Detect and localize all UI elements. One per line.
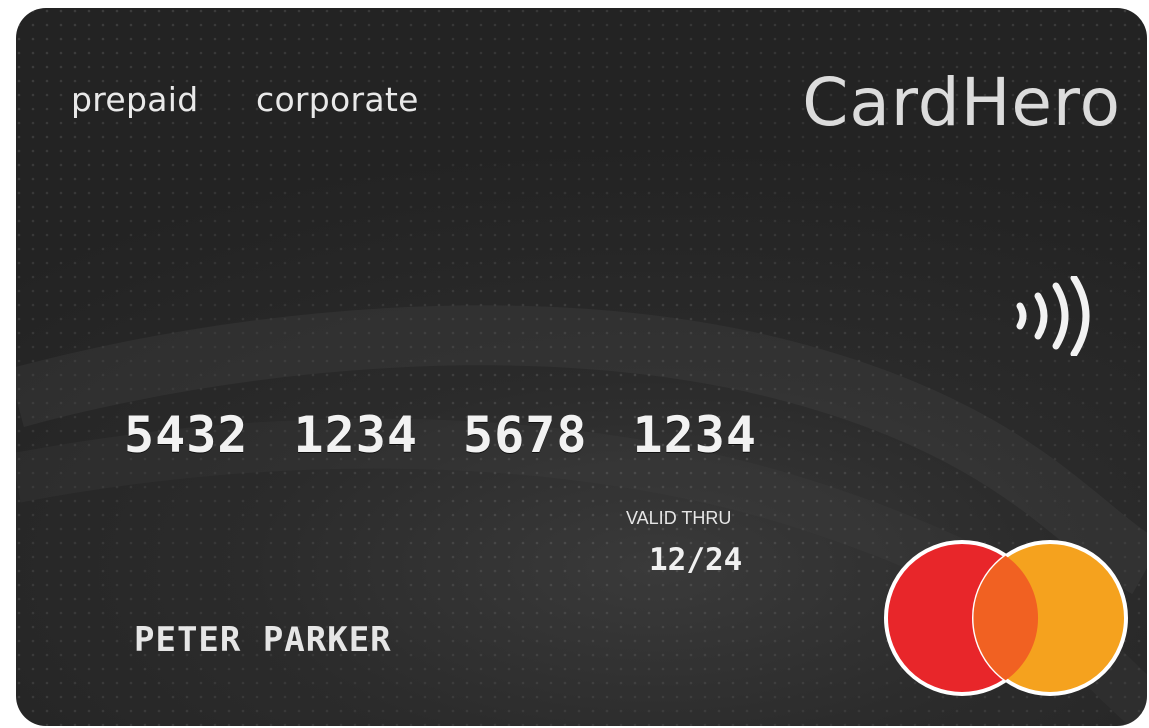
card-number: 5432 1234 5678 1234 <box>124 406 757 464</box>
mastercard-logo-icon <box>884 540 1128 696</box>
card-tag-prepaid: prepaid <box>71 80 199 119</box>
contactless-icon <box>1016 276 1090 356</box>
brand-logo-text: CardHero <box>802 64 1121 141</box>
cardholder-name: PETER PARKER <box>134 620 392 660</box>
credit-card: prepaid corporate CardHero 5432 1234 567… <box>16 8 1147 726</box>
expiry-date: 12/24 <box>649 542 743 578</box>
valid-thru-label: VALID THRU <box>626 508 732 528</box>
card-tag-corporate: corporate <box>256 80 419 119</box>
